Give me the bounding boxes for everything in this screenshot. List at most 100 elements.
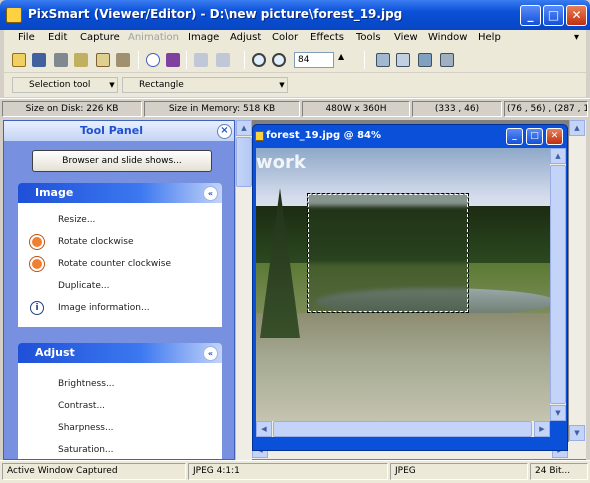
status-bar: Active Window Captured JPEG 4:1:1 JPEG 2… xyxy=(0,460,590,483)
tool-panel-close-button[interactable]: × xyxy=(217,124,232,139)
image-group-header[interactable]: Image « xyxy=(18,183,222,203)
brightness-item[interactable]: Brightness... xyxy=(18,373,222,395)
scroll-down-icon[interactable]: ▼ xyxy=(550,405,566,421)
saturation-label: Saturation... xyxy=(58,445,114,455)
actual-size-icon[interactable] xyxy=(396,53,410,67)
tool-select[interactable]: Selection tool ▼ xyxy=(12,77,118,93)
scroll-up-icon[interactable]: ▲ xyxy=(550,148,566,164)
image-information-label: Image information... xyxy=(58,303,150,313)
image-group-title: Image xyxy=(35,186,74,199)
image-watermark: work xyxy=(256,152,306,173)
resize-label: Resize... xyxy=(58,215,96,225)
menu-overflow-icon[interactable]: ▾ xyxy=(574,32,579,43)
selection-toolbar: Selection tool ▼ Rectangle ▼ xyxy=(4,73,586,97)
title-bar[interactable]: PixSmart (Viewer/Editor) - D:\new pictur… xyxy=(0,0,590,30)
rotate-ccw-icon xyxy=(29,256,45,272)
effects-icon[interactable] xyxy=(166,53,180,67)
rotate-counter-clockwise-item[interactable]: Rotate counter clockwise xyxy=(18,253,222,275)
tool-panel-scrollbar[interactable]: ▲ xyxy=(235,120,252,460)
contrast-item[interactable]: Contrast... xyxy=(18,395,222,417)
saturation-item[interactable]: Saturation... xyxy=(18,439,222,459)
copy-icon[interactable] xyxy=(96,53,110,67)
minimize-button[interactable]: _ xyxy=(520,5,541,26)
tool-panel-title: Tool Panel xyxy=(79,124,143,137)
menu-effects[interactable]: Effects xyxy=(310,32,344,43)
status-bit-depth: 24 Bit... xyxy=(530,463,588,480)
image-group-body: Resize... Rotate clockwise Rotate counte… xyxy=(18,203,222,327)
chevron-down-icon[interactable]: ▼ xyxy=(277,78,287,92)
view-mode-icon[interactable] xyxy=(440,53,454,67)
menu-file[interactable]: File xyxy=(18,32,35,43)
close-button[interactable]: ✕ xyxy=(566,5,587,26)
menu-adjust[interactable]: Adjust xyxy=(230,32,261,43)
menu-image[interactable]: Image xyxy=(188,32,219,43)
image-info-bar: Size on Disk: 226 KB Size in Memory: 518… xyxy=(0,98,590,118)
adjust-group-header[interactable]: Adjust « xyxy=(18,343,222,363)
paste-icon[interactable] xyxy=(116,53,130,67)
browser-slideshow-button[interactable]: Browser and slide shows... xyxy=(32,150,212,172)
resize-item[interactable]: Resize... xyxy=(18,209,222,231)
sharpness-label: Sharpness... xyxy=(58,423,114,433)
window-title: PixSmart (Viewer/Editor) - D:\new pictur… xyxy=(28,7,403,21)
redo-icon[interactable] xyxy=(216,53,230,67)
zoom-spinner-icon[interactable]: ▲ xyxy=(338,52,344,61)
info-icon[interactable] xyxy=(146,53,160,67)
menu-window[interactable]: Window xyxy=(428,32,467,43)
save-icon[interactable] xyxy=(32,53,46,67)
rotate-clockwise-item[interactable]: Rotate clockwise xyxy=(18,231,222,253)
menu-animation[interactable]: Animation xyxy=(128,32,179,43)
tool-panel-header: Tool Panel × xyxy=(4,121,234,141)
maximize-button[interactable]: □ xyxy=(543,5,564,26)
image-information-item[interactable]: i Image information... xyxy=(18,297,222,319)
chevron-down-icon[interactable]: ▼ xyxy=(107,78,117,92)
scroll-left-icon[interactable]: ◀ xyxy=(256,421,272,437)
zoom-out-icon[interactable] xyxy=(272,53,286,67)
print-icon[interactable] xyxy=(54,53,68,67)
scroll-up-icon[interactable]: ▲ xyxy=(236,120,252,136)
brightness-label: Brightness... xyxy=(58,379,115,389)
menu-view[interactable]: View xyxy=(394,32,418,43)
tool-panel: Tool Panel × Browser and slide shows... … xyxy=(3,120,235,460)
image-horizontal-scrollbar[interactable]: ◀ ▶ xyxy=(256,421,550,437)
open-folder-icon[interactable] xyxy=(12,53,26,67)
scrollbar-thumb[interactable] xyxy=(236,137,252,187)
fit-window-icon[interactable] xyxy=(376,53,390,67)
image-file-icon xyxy=(255,131,264,141)
app-icon[interactable] xyxy=(6,7,22,23)
sharpness-item[interactable]: Sharpness... xyxy=(18,417,222,439)
image-group: Image « Resize... Rotate clockwise Rotat… xyxy=(18,183,222,327)
image-window-close-button[interactable]: ✕ xyxy=(546,128,563,145)
undo-icon[interactable] xyxy=(194,53,208,67)
collapse-icon[interactable]: « xyxy=(203,186,218,201)
shape-select[interactable]: Rectangle ▼ xyxy=(122,77,288,93)
scroll-right-icon[interactable]: ▶ xyxy=(534,421,550,437)
main-toolbar: 84 ▲ xyxy=(4,48,586,72)
scan-icon[interactable] xyxy=(74,53,88,67)
menu-tools[interactable]: Tools xyxy=(356,32,381,43)
scrollbar-thumb[interactable] xyxy=(550,165,566,404)
scroll-down-icon[interactable]: ▼ xyxy=(569,425,585,441)
cursor-position: (333 , 46) xyxy=(412,101,502,117)
image-canvas[interactable]: work xyxy=(256,148,550,421)
menu-help[interactable]: Help xyxy=(478,32,501,43)
image-vertical-scrollbar[interactable]: ▲ ▼ xyxy=(550,148,566,421)
menu-capture[interactable]: Capture xyxy=(80,32,120,43)
collapse-icon[interactable]: « xyxy=(203,346,218,361)
selection-coordinates: (76 , 56) , (287 , 1 xyxy=(504,101,588,117)
menu-color[interactable]: Color xyxy=(272,32,298,43)
menu-edit[interactable]: Edit xyxy=(48,32,67,43)
scroll-up-icon[interactable]: ▲ xyxy=(569,120,585,136)
rotate-clockwise-label: Rotate clockwise xyxy=(58,237,134,247)
contrast-label: Contrast... xyxy=(58,401,106,411)
image-window[interactable]: forest_19.jpg @ 84% _ □ ✕ work ▲ ▼ ◀ ▶ xyxy=(252,124,568,451)
duplicate-item[interactable]: Duplicate... xyxy=(18,275,222,297)
image-window-maximize-button[interactable]: □ xyxy=(526,128,543,145)
scrollbar-thumb[interactable] xyxy=(273,421,532,437)
zoom-input[interactable]: 84 xyxy=(294,52,334,68)
image-window-minimize-button[interactable]: _ xyxy=(506,128,523,145)
full-screen-icon[interactable] xyxy=(418,53,432,67)
selection-marquee[interactable] xyxy=(307,193,469,313)
workspace-vertical-scrollbar[interactable]: ▲ ▼ xyxy=(569,120,586,442)
zoom-in-icon[interactable] xyxy=(252,53,266,67)
toolbar-separator xyxy=(186,51,187,69)
